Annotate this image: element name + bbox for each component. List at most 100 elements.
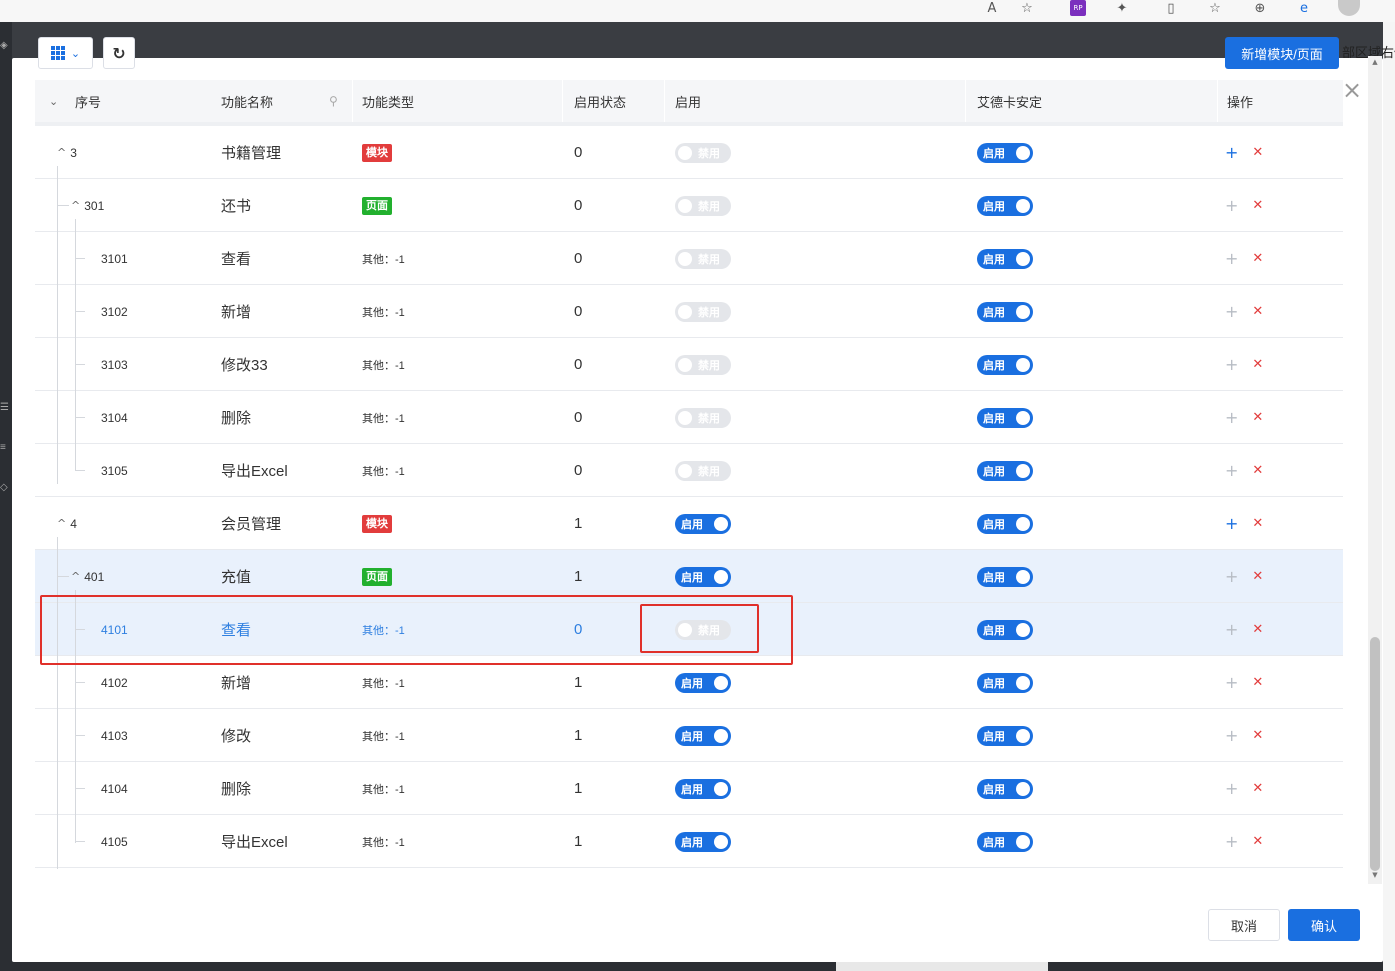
add-child-icon[interactable]: + bbox=[1225, 302, 1238, 321]
enable-switch[interactable]: 禁用 bbox=[675, 407, 731, 428]
profile-icon[interactable] bbox=[1338, 0, 1360, 16]
enable-switch[interactable]: 启用 bbox=[675, 725, 731, 746]
add-child-icon[interactable]: + bbox=[1225, 355, 1238, 374]
enable-switch[interactable]: 禁用 bbox=[675, 301, 731, 322]
collapse-icon[interactable]: ^ bbox=[71, 570, 80, 583]
collapse-icon[interactable]: ^ bbox=[57, 146, 66, 159]
table-row[interactable]: 3103 修改33 其他：-1 0 禁用 启用 + ✕ bbox=[35, 338, 1343, 391]
confirm-button[interactable]: 确认 bbox=[1288, 909, 1360, 941]
row-actions: + ✕ bbox=[1225, 550, 1263, 603]
delete-icon[interactable]: ✕ bbox=[1252, 622, 1263, 637]
function-name: 查看 bbox=[221, 251, 252, 268]
add-child-icon[interactable]: + bbox=[1225, 196, 1238, 215]
aidk-switch[interactable]: 启用 bbox=[977, 142, 1033, 163]
table-row[interactable]: 3102 新增 其他：-1 0 禁用 启用 + ✕ bbox=[35, 285, 1343, 338]
enable-switch[interactable]: 禁用 bbox=[675, 142, 731, 163]
collapse-icon[interactable]: ^ bbox=[71, 199, 80, 212]
add-child-icon[interactable]: + bbox=[1225, 779, 1238, 798]
delete-icon[interactable]: ✕ bbox=[1252, 251, 1263, 266]
read-aloud-icon[interactable]: A͏ bbox=[981, 0, 1003, 16]
aidk-switch[interactable]: 启用 bbox=[977, 195, 1033, 216]
aidk-switch[interactable]: 启用 bbox=[977, 778, 1033, 799]
expand-all-icon[interactable]: ⌄ bbox=[49, 80, 58, 122]
aidk-switch[interactable]: 启用 bbox=[977, 513, 1033, 534]
add-module-page-button[interactable]: 新增模块/页面 bbox=[1225, 37, 1339, 69]
enable-switch[interactable]: 禁用 bbox=[675, 195, 731, 216]
table-row[interactable]: 3104 删除 其他：-1 0 禁用 启用 + ✕ bbox=[35, 391, 1343, 444]
enable-switch[interactable]: 禁用 bbox=[675, 248, 731, 269]
aidk-switch[interactable]: 启用 bbox=[977, 619, 1033, 640]
add-child-icon[interactable]: + bbox=[1225, 620, 1238, 639]
add-child-icon[interactable]: + bbox=[1225, 673, 1238, 692]
add-child-icon[interactable]: + bbox=[1225, 832, 1238, 851]
table-row[interactable]: 4104 删除 其他：-1 1 启用 启用 + ✕ bbox=[35, 762, 1343, 815]
table-row[interactable]: ^ 4 会员管理 模块 1 启用 启用 + ✕ bbox=[35, 497, 1343, 550]
delete-icon[interactable]: ✕ bbox=[1252, 410, 1263, 425]
aidk-switch[interactable]: 启用 bbox=[977, 566, 1033, 587]
aidk-switch[interactable]: 启用 bbox=[977, 672, 1033, 693]
table-row[interactable]: ^ 3 书籍管理 模块 0 禁用 启用 + ✕ bbox=[35, 126, 1343, 179]
add-child-icon[interactable]: + bbox=[1225, 726, 1238, 745]
aidk-switch[interactable]: 启用 bbox=[977, 407, 1033, 428]
switch-knob bbox=[714, 516, 728, 531]
add-child-icon[interactable]: + bbox=[1225, 567, 1238, 586]
table-row[interactable]: 4103 修改 其他：-1 1 启用 启用 + ✕ bbox=[35, 709, 1343, 762]
edge-icon[interactable]: e bbox=[1293, 0, 1315, 16]
enable-switch[interactable]: 启用 bbox=[675, 778, 731, 799]
scroll-up-icon[interactable]: ▲ bbox=[1368, 58, 1382, 70]
cancel-button[interactable]: 取消 bbox=[1208, 909, 1280, 941]
table-row[interactable]: ^ 301 还书 页面 0 禁用 启用 + ✕ bbox=[35, 179, 1343, 232]
collections-icon[interactable]: ⊕ bbox=[1249, 0, 1271, 16]
enable-switch[interactable]: 禁用 bbox=[675, 460, 731, 481]
function-name: 修改 bbox=[221, 728, 252, 745]
header-name: 功能名称 bbox=[221, 94, 274, 110]
delete-icon[interactable]: ✕ bbox=[1252, 728, 1263, 743]
add-child-icon[interactable]: + bbox=[1225, 143, 1238, 162]
close-icon[interactable]: × bbox=[1341, 78, 1363, 102]
aidk-switch[interactable]: 启用 bbox=[977, 831, 1033, 852]
enable-switch[interactable]: 启用 bbox=[675, 672, 731, 693]
aidk-switch[interactable]: 启用 bbox=[977, 248, 1033, 269]
scroll-down-icon[interactable]: ▼ bbox=[1368, 871, 1382, 883]
enable-switch[interactable]: 启用 bbox=[675, 513, 731, 534]
switch-label: 启用 bbox=[681, 783, 703, 796]
add-child-icon[interactable]: + bbox=[1225, 461, 1238, 480]
favorites-icon[interactable]: ☆ bbox=[1204, 0, 1226, 16]
scrollbar-thumb[interactable] bbox=[1370, 637, 1380, 871]
extensions-icon[interactable]: ✦ bbox=[1111, 0, 1133, 16]
add-child-icon[interactable]: + bbox=[1225, 249, 1238, 268]
favorite-add-icon[interactable]: ☆ bbox=[1016, 0, 1038, 16]
table-row[interactable]: 3101 查看 其他：-1 0 禁用 启用 + ✕ bbox=[35, 232, 1343, 285]
enable-switch[interactable]: 禁用 bbox=[675, 354, 731, 375]
collapse-icon[interactable]: ^ bbox=[57, 517, 66, 530]
delete-icon[interactable]: ✕ bbox=[1252, 516, 1263, 531]
row-index-text: 4 bbox=[70, 516, 77, 531]
split-screen-icon[interactable]: ▯ bbox=[1160, 0, 1182, 16]
delete-icon[interactable]: ✕ bbox=[1252, 781, 1263, 796]
aidk-switch[interactable]: 启用 bbox=[977, 725, 1033, 746]
table-row[interactable]: 3105 导出Excel 其他：-1 0 禁用 启用 + ✕ bbox=[35, 444, 1343, 497]
aidk-switch[interactable]: 启用 bbox=[977, 354, 1033, 375]
add-child-icon[interactable]: + bbox=[1225, 514, 1238, 533]
add-child-icon[interactable]: + bbox=[1225, 408, 1238, 427]
delete-icon[interactable]: ✕ bbox=[1252, 675, 1263, 690]
view-switch-button[interactable]: ⌄ bbox=[38, 37, 93, 69]
delete-icon[interactable]: ✕ bbox=[1252, 463, 1263, 478]
enable-switch[interactable]: 启用 bbox=[675, 831, 731, 852]
function-type: 其他：-1 bbox=[362, 412, 405, 425]
delete-icon[interactable]: ✕ bbox=[1252, 834, 1263, 849]
delete-icon[interactable]: ✕ bbox=[1252, 357, 1263, 372]
taskbar-tray bbox=[836, 962, 1048, 971]
delete-icon[interactable]: ✕ bbox=[1252, 304, 1263, 319]
enable-state: 0 bbox=[574, 462, 583, 479]
search-icon[interactable]: ⚲ bbox=[329, 94, 338, 108]
delete-icon[interactable]: ✕ bbox=[1252, 145, 1263, 160]
table-row[interactable]: 4105 导出Excel 其他：-1 1 启用 启用 + ✕ bbox=[35, 815, 1343, 868]
rp-extension-icon[interactable]: RP bbox=[1070, 0, 1086, 16]
aidk-switch[interactable]: 启用 bbox=[977, 301, 1033, 322]
enable-switch[interactable]: 启用 bbox=[675, 566, 731, 587]
aidk-switch[interactable]: 启用 bbox=[977, 460, 1033, 481]
delete-icon[interactable]: ✕ bbox=[1252, 569, 1263, 584]
delete-icon[interactable]: ✕ bbox=[1252, 198, 1263, 213]
refresh-button[interactable]: ↻ bbox=[103, 37, 135, 69]
